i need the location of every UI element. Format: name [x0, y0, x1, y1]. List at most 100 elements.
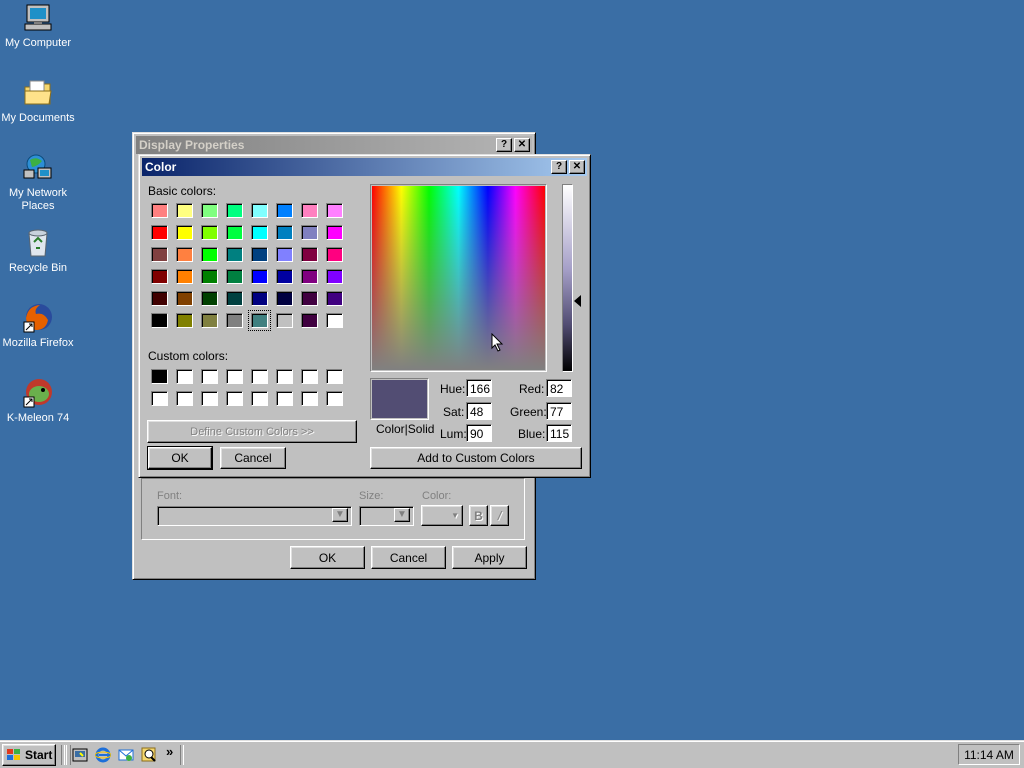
basic-color-swatch[interactable]: [251, 203, 268, 218]
custom-color-swatch[interactable]: [276, 391, 293, 406]
basic-color-swatch[interactable]: [176, 225, 193, 240]
desktop-icon-my-documents[interactable]: My Documents: [0, 77, 76, 125]
basic-color-swatch[interactable]: [226, 313, 243, 328]
basic-color-swatch[interactable]: [151, 269, 168, 284]
basic-color-swatch[interactable]: [276, 291, 293, 306]
custom-color-swatch[interactable]: [301, 369, 318, 384]
custom-color-swatch[interactable]: [326, 391, 343, 406]
close-button[interactable]: ✕: [569, 160, 585, 174]
sat-input[interactable]: 48: [466, 402, 492, 420]
add-to-custom-colors-button[interactable]: Add to Custom Colors: [370, 447, 582, 469]
basic-color-swatch[interactable]: [226, 291, 243, 306]
basic-color-swatch[interactable]: [226, 203, 243, 218]
custom-color-swatch[interactable]: [251, 391, 268, 406]
basic-color-swatch[interactable]: [201, 225, 218, 240]
basic-color-swatch[interactable]: [226, 247, 243, 262]
start-button[interactable]: Start: [2, 744, 56, 766]
basic-color-swatch[interactable]: [151, 313, 168, 328]
custom-color-swatch[interactable]: [276, 369, 293, 384]
basic-color-swatch[interactable]: [151, 291, 168, 306]
internet-explorer-icon[interactable]: [95, 747, 111, 763]
clock[interactable]: 11:14 AM: [958, 744, 1020, 765]
basic-color-swatch[interactable]: [276, 313, 293, 328]
basic-color-swatch[interactable]: [326, 203, 343, 218]
basic-color-swatch[interactable]: [176, 269, 193, 284]
red-input[interactable]: 82: [546, 379, 572, 397]
color-dialog-titlebar[interactable]: Color ? ✕: [142, 158, 587, 176]
basic-color-swatch[interactable]: [201, 247, 218, 262]
display-properties-titlebar[interactable]: Display Properties ? ✕: [136, 136, 532, 154]
help-button[interactable]: ?: [551, 160, 567, 174]
custom-color-swatch[interactable]: [226, 369, 243, 384]
green-input[interactable]: 77: [546, 402, 572, 420]
basic-color-swatch[interactable]: [326, 247, 343, 262]
cancel-button[interactable]: Cancel: [220, 447, 286, 469]
desktop-icon-my-network-places[interactable]: My Network Places: [0, 152, 76, 213]
basic-color-swatch[interactable]: [276, 203, 293, 218]
desktop-icon-mozilla-firefox[interactable]: Mozilla Firefox: [0, 302, 76, 350]
basic-color-swatch[interactable]: [301, 313, 318, 328]
basic-color-swatch[interactable]: [301, 269, 318, 284]
define-custom-colors-button[interactable]: Define Custom Colors >>: [147, 420, 357, 443]
color-picker-button[interactable]: ▼: [421, 505, 463, 526]
basic-color-swatch[interactable]: [276, 247, 293, 262]
ok-button[interactable]: OK: [290, 546, 365, 569]
chevron-down-icon[interactable]: ▼: [394, 508, 410, 522]
desktop-icon-k-meleon[interactable]: K-Meleon 74: [0, 377, 76, 425]
basic-color-swatch[interactable]: [326, 225, 343, 240]
close-button[interactable]: ✕: [514, 138, 530, 152]
desktop-icon-my-computer[interactable]: My Computer: [0, 2, 76, 50]
custom-color-swatch[interactable]: [176, 391, 193, 406]
font-select[interactable]: ▼: [157, 506, 352, 526]
desktop-icon-recycle-bin[interactable]: Recycle Bin: [0, 227, 76, 275]
basic-color-swatch[interactable]: [226, 269, 243, 284]
custom-color-swatch[interactable]: [301, 391, 318, 406]
basic-color-swatch[interactable]: [326, 269, 343, 284]
apply-button[interactable]: Apply: [452, 546, 527, 569]
basic-color-swatch[interactable]: [301, 225, 318, 240]
lum-input[interactable]: 90: [466, 424, 492, 442]
basic-color-swatch[interactable]: [251, 225, 268, 240]
basic-color-swatch[interactable]: [176, 291, 193, 306]
color-spectrum[interactable]: [370, 184, 547, 372]
size-select[interactable]: ▼: [359, 506, 414, 526]
outlook-icon[interactable]: [118, 747, 134, 763]
blue-input[interactable]: 115: [546, 424, 572, 442]
basic-color-swatch[interactable]: [276, 225, 293, 240]
basic-color-swatch[interactable]: [251, 291, 268, 306]
custom-color-swatch[interactable]: [151, 391, 168, 406]
basic-color-swatch[interactable]: [201, 291, 218, 306]
custom-color-swatch[interactable]: [176, 369, 193, 384]
custom-color-swatch[interactable]: [201, 369, 218, 384]
luminosity-slider[interactable]: [562, 184, 573, 372]
quick-launch-grip[interactable]: [66, 745, 71, 765]
chevron-down-icon[interactable]: ▼: [332, 508, 348, 522]
basic-color-swatch[interactable]: [251, 247, 268, 262]
search-icon[interactable]: [141, 747, 157, 763]
basic-color-swatch[interactable]: [201, 313, 218, 328]
basic-color-swatch[interactable]: [176, 203, 193, 218]
basic-color-swatch[interactable]: [248, 310, 271, 331]
basic-color-swatch[interactable]: [151, 225, 168, 240]
basic-color-swatch[interactable]: [301, 203, 318, 218]
basic-color-swatch[interactable]: [151, 247, 168, 262]
basic-color-swatch[interactable]: [251, 269, 268, 284]
show-desktop-icon[interactable]: [72, 747, 88, 763]
basic-color-swatch[interactable]: [326, 291, 343, 306]
custom-color-swatch[interactable]: [326, 369, 343, 384]
ok-button[interactable]: OK: [147, 446, 213, 470]
hue-input[interactable]: 166: [466, 379, 492, 397]
luminosity-arrow-icon[interactable]: [574, 295, 582, 307]
custom-color-swatch[interactable]: [151, 369, 168, 384]
basic-color-swatch[interactable]: [176, 247, 193, 262]
basic-color-swatch[interactable]: [301, 291, 318, 306]
custom-color-swatch[interactable]: [226, 391, 243, 406]
bold-button[interactable]: B: [469, 505, 488, 526]
basic-color-swatch[interactable]: [176, 313, 193, 328]
basic-color-swatch[interactable]: [226, 225, 243, 240]
more-chevron-icon[interactable]: »: [166, 744, 173, 759]
help-button[interactable]: ?: [496, 138, 512, 152]
cancel-button[interactable]: Cancel: [371, 546, 446, 569]
basic-color-swatch[interactable]: [201, 269, 218, 284]
basic-color-swatch[interactable]: [276, 269, 293, 284]
